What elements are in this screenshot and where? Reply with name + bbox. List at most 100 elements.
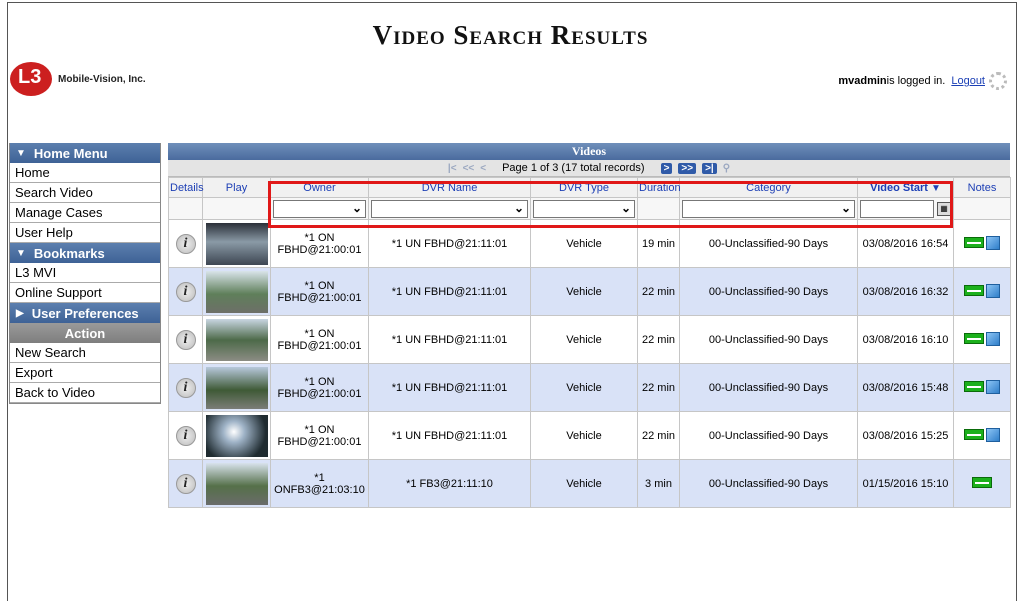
info-icon[interactable]: i <box>175 233 196 254</box>
video-thumbnail[interactable] <box>205 462 268 505</box>
documents-icon[interactable] <box>986 379 1000 394</box>
sidebar-item-export[interactable]: Export <box>10 363 160 383</box>
pager: |< << < Page 1 of 3 (17 total records) >… <box>168 160 1010 177</box>
table-row[interactable]: i *1 ON FBHD@21:00:01 *1 UN FBHD@21:11:01 V… <box>168 267 1011 316</box>
cell-duration: 22 min <box>637 411 680 460</box>
cell-dvr-type: Vehicle <box>530 315 638 364</box>
cell-category: 00-Unclassified-90 Days <box>679 459 858 508</box>
documents-icon[interactable] <box>986 283 1000 298</box>
cell-video-start: 01/15/2016 15:10 <box>857 459 954 508</box>
sidebar-item-online-support[interactable]: Online Support <box>10 283 160 303</box>
col-video-start[interactable]: Video Start ▼ <box>857 177 954 198</box>
info-icon[interactable]: i <box>175 281 196 302</box>
sidebar-item-l3-mvi[interactable]: L3 MVI <box>10 263 160 283</box>
info-icon[interactable]: i <box>175 329 196 350</box>
waveform-icon[interactable] <box>964 381 984 393</box>
prev-fast-icon[interactable]: << <box>463 163 475 174</box>
first-page-icon[interactable]: |< <box>448 163 457 174</box>
cell-dvr-type: Vehicle <box>530 363 638 412</box>
table-row[interactable]: i *1 ONFB3@21:03:10 *1 FB3@21:11:10 Vehicle… <box>168 459 1011 508</box>
cell-dvr-type: Vehicle <box>530 459 638 508</box>
cell-category: 00-Unclassified-90 Days <box>679 411 858 460</box>
cell-category: 00-Unclassified-90 Days <box>679 315 858 364</box>
cell-owner: *1 ON FBHD@21:00:01 <box>270 315 369 364</box>
video-thumbnail[interactable] <box>205 318 268 361</box>
col-owner[interactable]: Owner <box>270 177 369 198</box>
info-icon[interactable]: i <box>175 473 196 494</box>
col-duration[interactable]: Duration <box>637 177 681 198</box>
table-row[interactable]: i *1 ON FBHD@21:00:01 *1 UN FBHD@21:11:01 V… <box>168 363 1011 412</box>
col-category[interactable]: Category <box>679 177 858 198</box>
cell-owner: *1 ON FBHD@21:00:01 <box>270 363 369 412</box>
sidebar-item-home[interactable]: Home <box>10 163 160 183</box>
dvr-name-filter-select[interactable]: ⌄ <box>371 199 528 218</box>
documents-icon[interactable] <box>986 427 1000 442</box>
video-thumbnail[interactable] <box>205 270 268 313</box>
chevron-down-icon: ⌄ <box>620 200 631 215</box>
company-name: Mobile-Vision, Inc. <box>58 73 146 85</box>
search-icon[interactable]: ⚲ <box>723 163 730 174</box>
cell-video-start: 03/08/2016 15:48 <box>857 363 954 412</box>
logged-in-text: is logged in. <box>886 75 946 87</box>
triangle-down-icon: ▼ <box>16 247 26 259</box>
waveform-icon[interactable] <box>964 429 984 441</box>
waveform-icon[interactable] <box>964 285 984 297</box>
video-thumbnail[interactable] <box>205 222 268 265</box>
table-row[interactable]: i *1 ON FBHD@21:00:01 *1 UN FBHD@21:11:01 V… <box>168 315 1011 364</box>
cell-owner: *1 ON FBHD@21:00:01 <box>270 411 369 460</box>
cell-duration: 22 min <box>637 363 680 412</box>
col-dvr-name[interactable]: DVR Name <box>368 177 531 198</box>
cell-video-start: 03/08/2016 16:32 <box>857 267 954 316</box>
home-menu-header[interactable]: ▼ Home Menu <box>10 143 160 163</box>
video-thumbnail[interactable] <box>205 414 268 457</box>
bookmarks-header[interactable]: ▼ Bookmarks <box>10 243 160 263</box>
user-preferences-header[interactable]: ▶ User Preferences <box>10 303 160 323</box>
action-header: Action <box>10 323 160 343</box>
cell-dvr-name: *1 FB3@21:11:10 <box>368 459 531 508</box>
sidebar-item-search-video[interactable]: Search Video <box>10 183 160 203</box>
cell-owner: *1 ONFB3@21:03:10 <box>270 459 369 508</box>
cell-owner: *1 ON FBHD@21:00:01 <box>270 267 369 316</box>
category-filter-select[interactable]: ⌄ <box>682 199 855 218</box>
pager-text: Page 1 of 3 (17 total records) <box>502 162 645 174</box>
cell-duration: 22 min <box>637 267 680 316</box>
next-fast-icon[interactable]: >> <box>678 162 697 174</box>
next-page-icon[interactable]: > <box>660 162 673 174</box>
cell-dvr-name: *1 UN FBHD@21:11:01 <box>368 315 531 364</box>
chevron-down-icon: ⌄ <box>513 200 524 215</box>
documents-icon[interactable] <box>986 331 1000 346</box>
col-dvr-type[interactable]: DVR Type <box>530 177 638 198</box>
sidebar-item-user-help[interactable]: User Help <box>10 223 160 243</box>
video-thumbnail[interactable] <box>205 366 268 409</box>
documents-icon[interactable] <box>986 235 1000 250</box>
sidebar-item-new-search[interactable]: New Search <box>10 343 160 363</box>
waveform-icon[interactable] <box>964 333 984 345</box>
cell-dvr-type: Vehicle <box>530 411 638 460</box>
col-notes: Notes <box>953 177 1011 198</box>
table-row[interactable]: i *1 ON FBHD@21:00:01 *1 UN FBHD@21:11:01 V… <box>168 219 1011 268</box>
last-page-icon[interactable]: >| <box>702 162 717 174</box>
waveform-icon[interactable] <box>964 237 984 249</box>
cell-dvr-name: *1 UN FBHD@21:11:01 <box>368 267 531 316</box>
sidebar-item-back-to-video[interactable]: Back to Video <box>10 383 160 403</box>
table-row[interactable]: i *1 ON FBHD@21:00:01 *1 UN FBHD@21:11:01 V… <box>168 411 1011 460</box>
triangle-right-icon: ▶ <box>16 307 24 319</box>
logout-link[interactable]: Logout <box>951 75 985 87</box>
filter-play <box>202 197 271 220</box>
waveform-icon[interactable] <box>972 476 992 488</box>
calendar-icon[interactable]: ▦ <box>937 201 951 216</box>
dvr-type-filter-select[interactable]: ⌄ <box>533 199 635 218</box>
col-play: Play <box>202 177 271 198</box>
sort-desc-icon: ▼ <box>931 182 941 194</box>
chevron-down-icon: ⌄ <box>351 200 362 215</box>
sidebar-item-manage-cases[interactable]: Manage Cases <box>10 203 160 223</box>
username: mvadmin <box>838 75 887 87</box>
cell-dvr-name: *1 UN FBHD@21:11:01 <box>368 411 531 460</box>
info-icon[interactable]: i <box>175 425 196 446</box>
info-icon[interactable]: i <box>175 377 196 398</box>
prev-page-icon[interactable]: < <box>480 163 486 174</box>
owner-filter-select[interactable]: ⌄ <box>273 199 366 218</box>
chevron-down-icon: ⌄ <box>840 200 851 215</box>
cell-dvr-name: *1 UN FBHD@21:11:01 <box>368 363 531 412</box>
video-start-filter-input[interactable] <box>860 199 934 218</box>
